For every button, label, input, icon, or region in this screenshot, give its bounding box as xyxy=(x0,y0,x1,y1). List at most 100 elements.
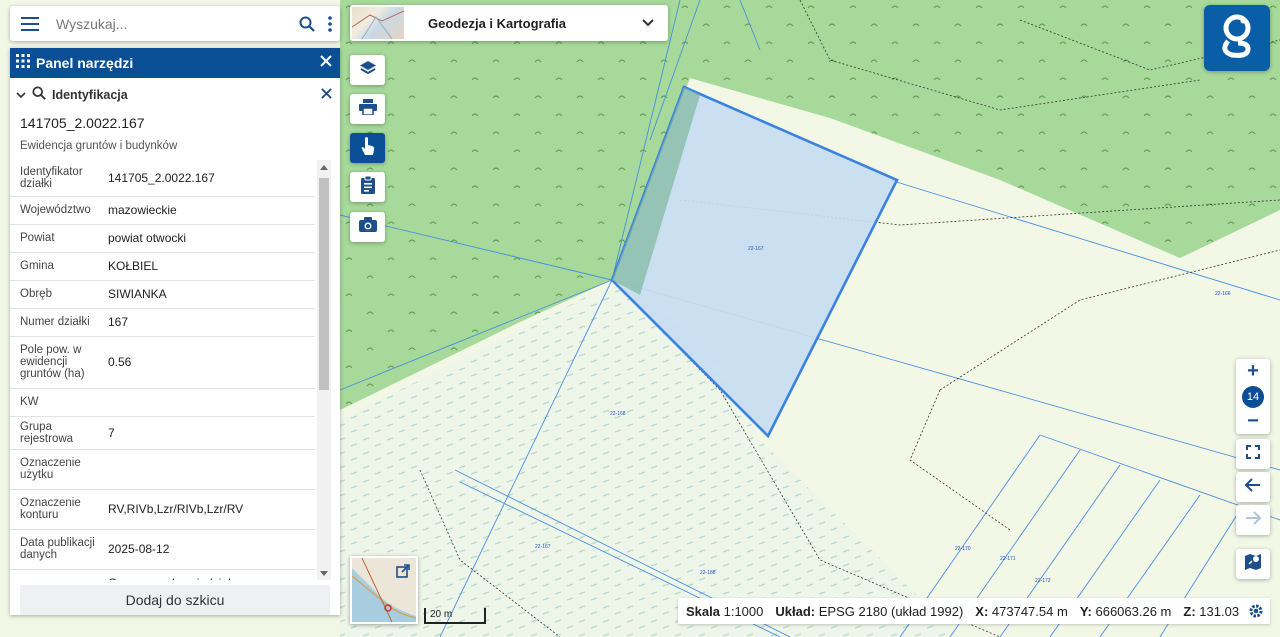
add-to-sketch-button[interactable]: Dodaj do szkicu xyxy=(20,585,330,615)
attr-key xyxy=(10,569,104,580)
parcel-label: 22-170 xyxy=(955,546,971,552)
close-icon[interactable] xyxy=(321,86,332,104)
z-label: Z: xyxy=(1183,603,1196,619)
table-row: Województwo mazowieckie xyxy=(10,196,315,225)
table-row: Identyfikator działki 141705_2.0022.167 xyxy=(10,160,315,197)
grid-icon xyxy=(16,53,30,73)
zoom-level: 14 xyxy=(1236,384,1270,409)
table-row: Numer działki 167 xyxy=(10,308,315,337)
attr-value: powiat otwocki xyxy=(104,224,315,253)
menu-icon[interactable] xyxy=(10,6,50,41)
print-button[interactable] xyxy=(350,94,385,124)
x-value: 473747.54 m xyxy=(991,603,1068,619)
chevron-down-icon[interactable] xyxy=(16,86,26,104)
attr-value: 0.56 xyxy=(104,336,315,389)
attr-key: Numer działki xyxy=(10,308,104,337)
table-row: Data publikacji danych 2025-08-12 xyxy=(10,529,315,570)
attr-key: Grupa rejestrowa xyxy=(10,416,104,450)
tools-panel: Panel narzędzi Identyfikacja 141705_2.00… xyxy=(10,48,340,615)
crs-value[interactable]: EPSG 2180 (układ 1992) xyxy=(819,604,964,619)
attr-key: Identyfikator działki xyxy=(10,160,104,197)
zoom-out-button[interactable]: − xyxy=(1236,409,1270,434)
more-vert-icon[interactable] xyxy=(320,6,340,41)
chevron-down-icon[interactable] xyxy=(317,566,331,580)
plus-icon: + xyxy=(1247,360,1259,382)
table-row: Organem odpowiedzialnym za xyxy=(10,569,315,580)
geoportal-logo[interactable] xyxy=(1204,5,1270,71)
status-bar: Skala 1:1000 Układ: EPSG 2180 (układ 199… xyxy=(678,598,1270,624)
layer-thumbnail xyxy=(352,7,404,39)
layers-button[interactable] xyxy=(350,55,385,85)
attr-key: Oznaczenie użytku xyxy=(10,449,104,490)
fullscreen-icon xyxy=(1246,444,1260,464)
scale-label: Skala xyxy=(686,603,720,619)
panel-scrollbar[interactable] xyxy=(317,160,331,580)
attr-key: Pole pow. w ewidencji gruntów (ha) xyxy=(10,336,104,389)
z-value: 131.03 xyxy=(1199,603,1240,619)
hand-pointer-icon xyxy=(360,136,376,160)
y-label: Y: xyxy=(1079,603,1092,619)
attr-value: 7 xyxy=(104,416,315,450)
table-row: Gmina KOŁBIEL xyxy=(10,252,315,281)
layer-selector[interactable]: Geodezja i Kartografia xyxy=(350,5,668,41)
close-icon[interactable] xyxy=(320,54,332,72)
overview-minimap[interactable] xyxy=(350,556,418,624)
search-bar xyxy=(10,6,340,41)
layer-title: Geodezja i Kartografia xyxy=(428,15,566,31)
parcel-label: 22-167 xyxy=(748,246,764,252)
parcel-label: 22-168 xyxy=(700,570,716,576)
zoom-level-value: 14 xyxy=(1242,385,1264,408)
arrow-right-icon xyxy=(1245,510,1262,530)
attr-key: Gmina xyxy=(10,252,104,281)
panel-header: Panel narzędzi xyxy=(10,48,340,78)
map-tools-button[interactable] xyxy=(1236,549,1270,579)
fullscreen-button[interactable] xyxy=(1236,439,1270,469)
open-external-icon[interactable] xyxy=(396,564,410,583)
search-input[interactable] xyxy=(50,15,294,32)
attr-key: Oznaczenie konturu xyxy=(10,489,104,530)
parcel-label: 22-172 xyxy=(1035,578,1051,584)
identification-header[interactable]: Identyfikacja xyxy=(10,78,340,112)
attr-value: 167 xyxy=(104,308,315,337)
forward-button[interactable] xyxy=(1236,505,1270,535)
parcel-id: 141705_2.0022.167 xyxy=(20,115,145,131)
zoom-in-button[interactable]: + xyxy=(1236,359,1270,384)
scrollbar-thumb[interactable] xyxy=(319,178,329,390)
identify-button[interactable] xyxy=(350,133,385,163)
table-row: Oznaczenie użytku xyxy=(10,449,315,490)
search-icon[interactable] xyxy=(294,6,320,41)
parcel-label: 22-168 xyxy=(610,411,626,417)
attr-value: 141705_2.0022.167 xyxy=(104,160,315,197)
clipboard-icon xyxy=(360,175,375,199)
gear-icon[interactable] xyxy=(1242,603,1270,619)
scale-bar: 20 m xyxy=(424,608,486,624)
table-row: Powiat powiat otwocki xyxy=(10,224,315,253)
attr-value: SIWIANKA xyxy=(104,280,315,309)
attr-value: mazowieckie xyxy=(104,196,315,225)
back-button[interactable] xyxy=(1236,472,1270,502)
table-row: Oznaczenie konturu RV,RIVb,Lzr/RIVb,Lzr/R… xyxy=(10,489,315,530)
map-pin-icon xyxy=(1244,553,1262,576)
attr-value xyxy=(104,388,315,417)
table-row: Pole pow. w ewidencji gruntów (ha) 0.56 xyxy=(10,336,315,389)
section-title: Identyfikacja xyxy=(52,88,128,102)
parcel-label: 22-167 xyxy=(535,544,551,550)
attr-value: RV,RIVb,Lzr/RIVb,Lzr/RV xyxy=(104,489,315,530)
parcel-label: 22-171 xyxy=(1000,556,1016,562)
parcel-label: 22-166 xyxy=(1215,291,1231,297)
x-label: X: xyxy=(975,603,989,619)
chevron-down-icon[interactable] xyxy=(628,19,668,27)
attributes-list[interactable]: Identyfikator działki 141705_2.0022.167 W… xyxy=(10,160,340,580)
table-row: Grupa rejestrowa 7 xyxy=(10,416,315,450)
chevron-up-icon[interactable] xyxy=(317,160,331,174)
attr-key: Data publikacji danych xyxy=(10,529,104,570)
table-row: Obręb SIWIANKA xyxy=(10,280,315,309)
clipboard-button[interactable] xyxy=(350,172,385,202)
crs-label: Układ: xyxy=(775,603,816,619)
print-icon xyxy=(358,98,377,120)
attr-key: Obręb xyxy=(10,280,104,309)
arrow-left-icon xyxy=(1244,477,1261,497)
scale-value[interactable]: 1:1000 xyxy=(724,604,764,619)
attr-key: KW xyxy=(10,388,104,417)
screenshot-button[interactable] xyxy=(350,212,385,242)
